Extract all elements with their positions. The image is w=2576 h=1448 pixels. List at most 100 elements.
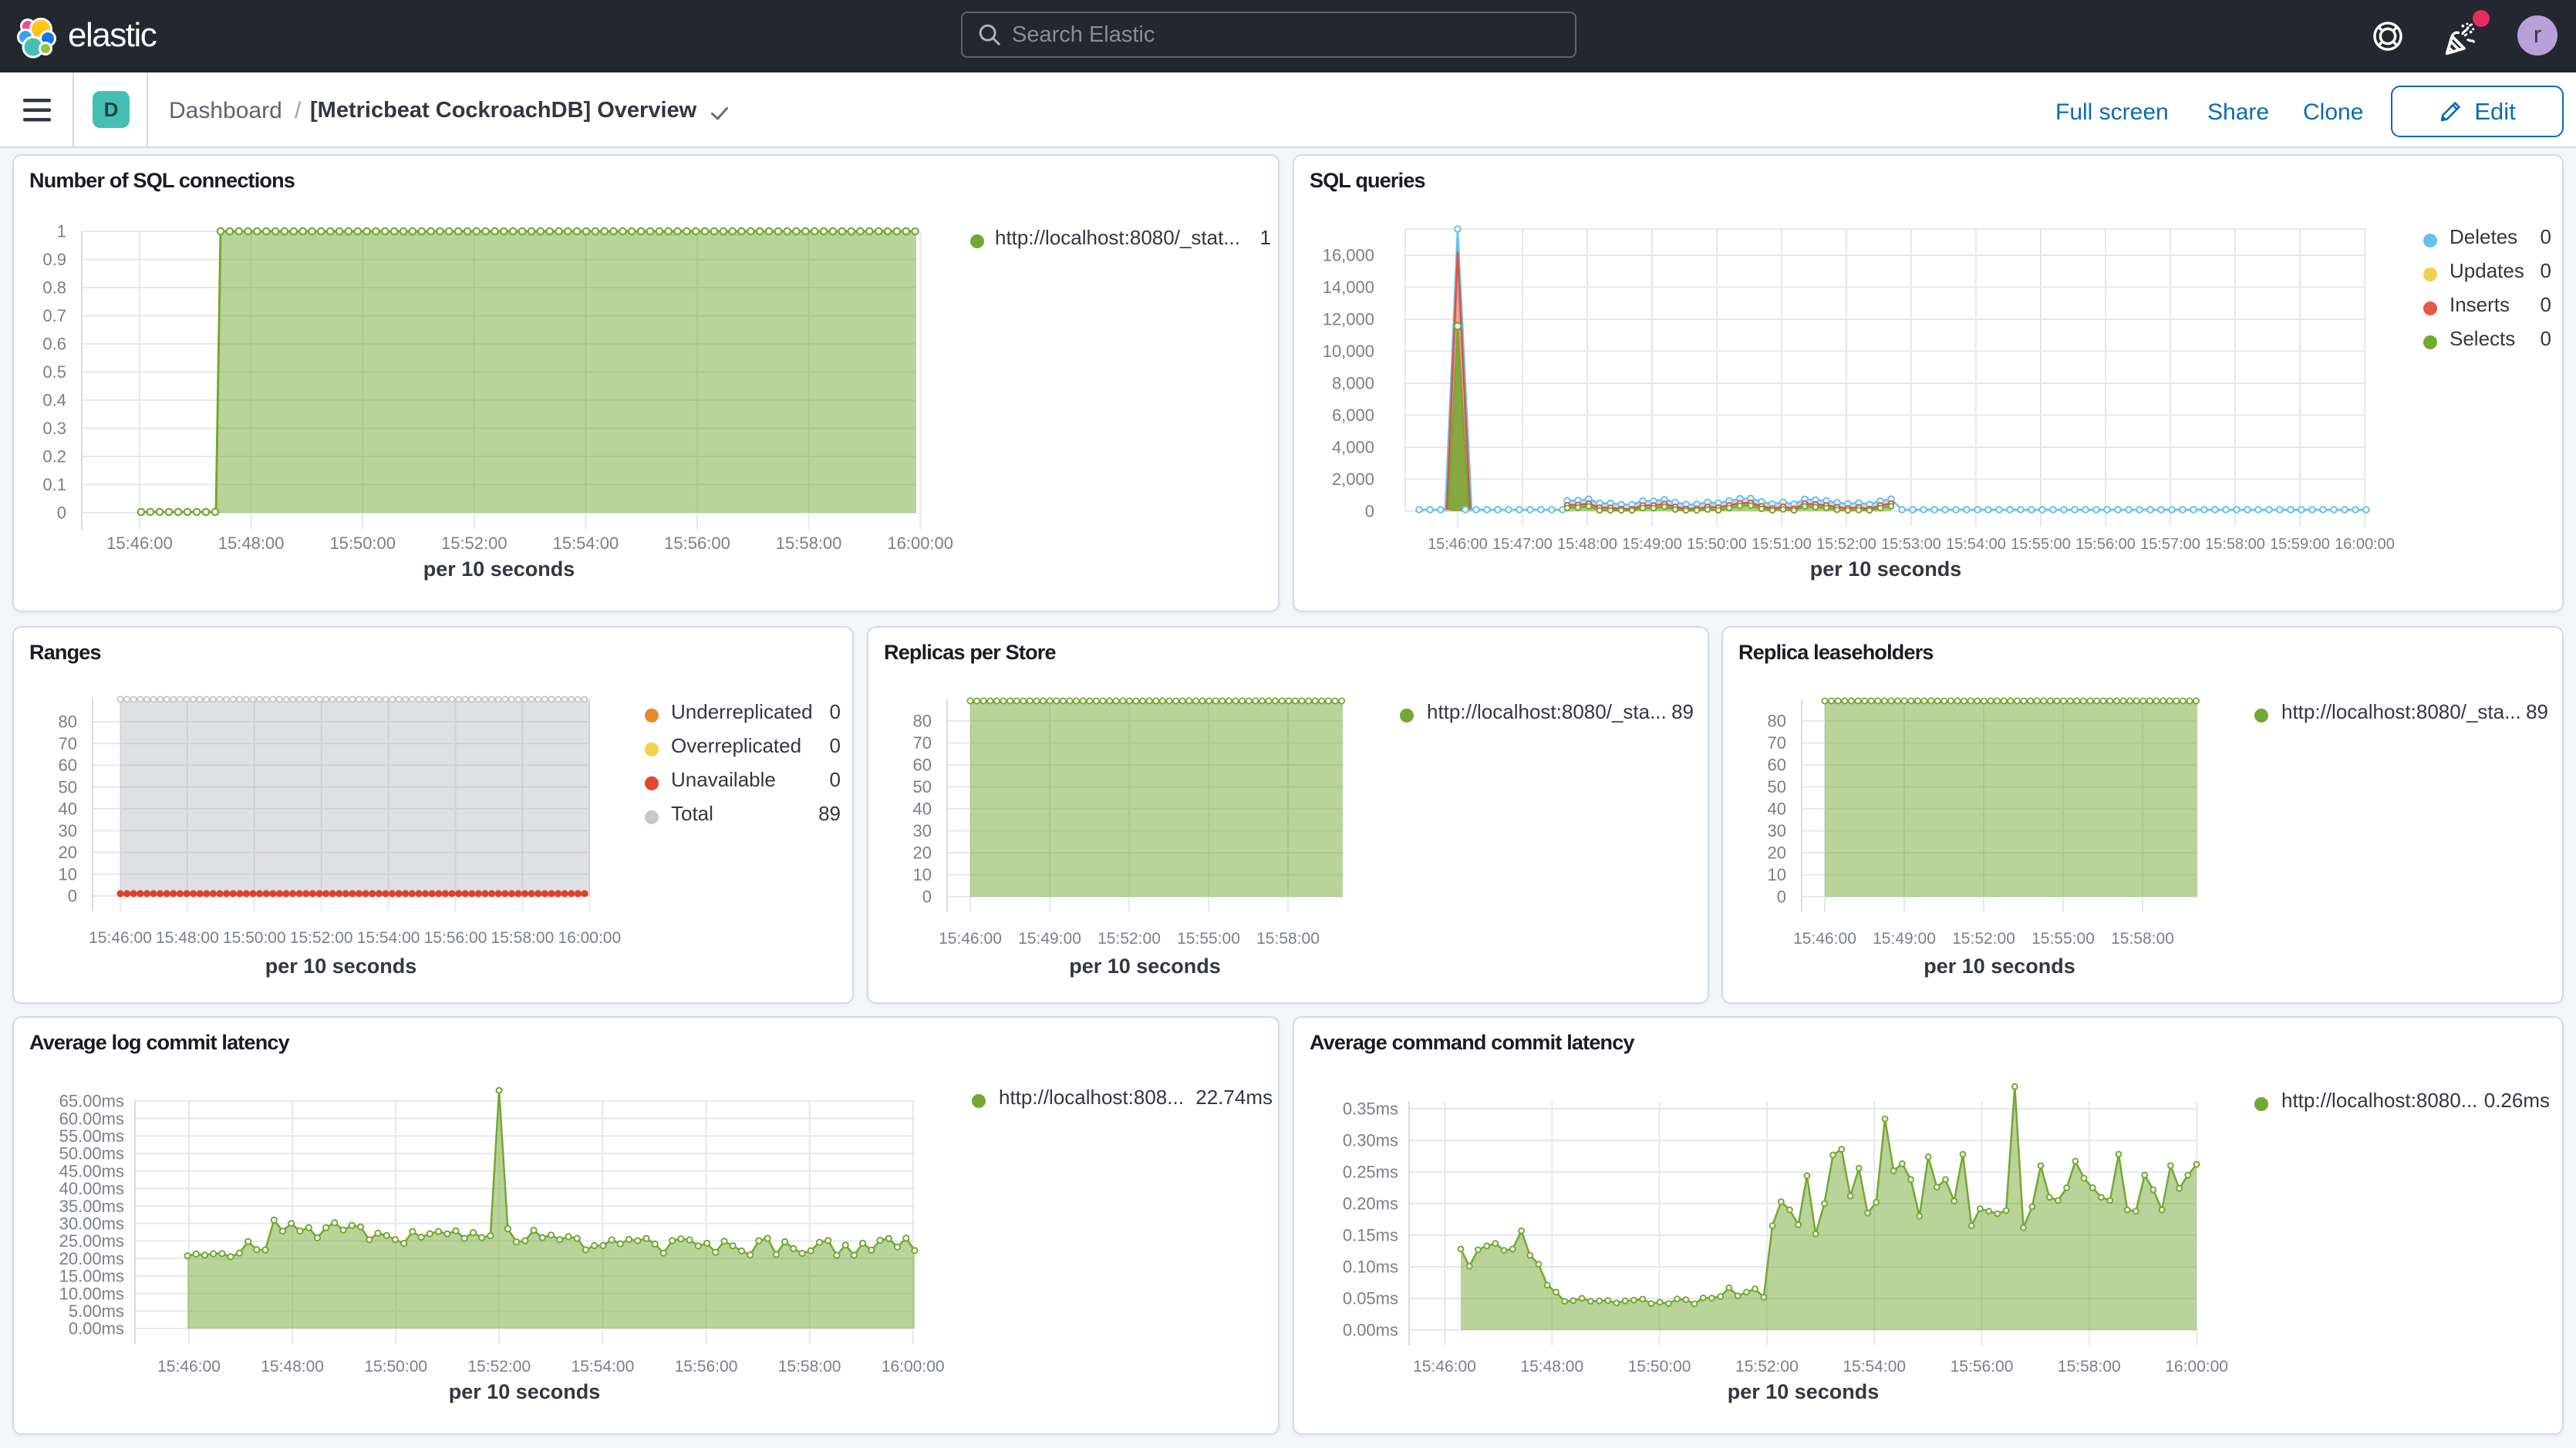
svg-text:0: 0 (922, 887, 932, 907)
svg-text:15:47:00: 15:47:00 (1492, 536, 1553, 553)
svg-text:0: 0 (1777, 887, 1786, 907)
svg-text:per 10 seconds: per 10 seconds (1810, 557, 1962, 581)
svg-text:15:56:00: 15:56:00 (2075, 536, 2136, 553)
svg-text:15:49:00: 15:49:00 (1622, 536, 1682, 553)
svg-text:20.00ms: 20.00ms (59, 1249, 124, 1268)
svg-text:15:46:00: 15:46:00 (1413, 1358, 1476, 1376)
svg-text:15:53:00: 15:53:00 (1881, 536, 1941, 553)
svg-text:70: 70 (913, 733, 932, 753)
svg-text:0.15ms: 0.15ms (1343, 1226, 1398, 1245)
svg-text:0.3: 0.3 (42, 419, 66, 438)
svg-text:16:00:00: 16:00:00 (882, 1358, 945, 1376)
svg-text:15:49:00: 15:49:00 (1873, 930, 1936, 948)
svg-text:15:58:00: 15:58:00 (491, 929, 555, 947)
svg-text:10.00ms: 10.00ms (59, 1284, 124, 1303)
svg-text:0.00ms: 0.00ms (1343, 1321, 1398, 1340)
svg-text:0.8: 0.8 (42, 278, 66, 298)
svg-text:8,000: 8,000 (1332, 374, 1374, 393)
svg-text:15:48:00: 15:48:00 (218, 534, 285, 553)
svg-text:0.25ms: 0.25ms (1343, 1163, 1398, 1182)
svg-text:16:00:00: 16:00:00 (2165, 1358, 2228, 1376)
svg-text:15:52:00: 15:52:00 (441, 534, 507, 553)
svg-text:0.35ms: 0.35ms (1343, 1099, 1398, 1119)
svg-text:0.20ms: 0.20ms (1343, 1194, 1398, 1214)
svg-text:15:54:00: 15:54:00 (572, 1358, 635, 1376)
svg-text:50: 50 (913, 777, 932, 796)
svg-text:per 10 seconds: per 10 seconds (1924, 955, 2075, 978)
svg-text:10: 10 (913, 865, 932, 884)
svg-text:per 10 seconds: per 10 seconds (423, 557, 575, 581)
svg-text:16:00:00: 16:00:00 (887, 534, 953, 553)
svg-text:15:55:00: 15:55:00 (2031, 930, 2095, 948)
svg-text:per 10 seconds: per 10 seconds (1069, 955, 1221, 978)
svg-text:0: 0 (1365, 502, 1374, 521)
svg-text:15:46:00: 15:46:00 (1428, 536, 1488, 553)
svg-text:15:54:00: 15:54:00 (553, 534, 619, 553)
svg-text:per 10 seconds: per 10 seconds (449, 1380, 601, 1403)
svg-text:15:46:00: 15:46:00 (1793, 930, 1856, 948)
svg-text:15:50:00: 15:50:00 (223, 929, 286, 947)
svg-text:1: 1 (57, 222, 66, 241)
svg-text:60: 60 (59, 756, 77, 775)
svg-text:10: 10 (59, 864, 77, 884)
svg-text:0.5: 0.5 (42, 362, 66, 382)
svg-text:15:56:00: 15:56:00 (675, 1358, 738, 1376)
svg-text:15:46:00: 15:46:00 (939, 930, 1002, 948)
svg-text:15:58:00: 15:58:00 (778, 1358, 841, 1376)
svg-text:25.00ms: 25.00ms (59, 1231, 124, 1251)
svg-text:15:46:00: 15:46:00 (106, 534, 173, 553)
svg-text:15:58:00: 15:58:00 (2111, 930, 2174, 948)
svg-text:40: 40 (1768, 800, 1786, 819)
svg-text:55.00ms: 55.00ms (59, 1126, 124, 1146)
svg-text:0.10ms: 0.10ms (1343, 1258, 1398, 1277)
svg-text:60: 60 (913, 756, 932, 775)
svg-text:15:52:00: 15:52:00 (1735, 1358, 1799, 1376)
svg-text:0.7: 0.7 (42, 306, 66, 325)
svg-text:15:56:00: 15:56:00 (1951, 1358, 2014, 1376)
svg-text:70: 70 (59, 734, 77, 753)
svg-text:12,000: 12,000 (1323, 310, 1374, 329)
svg-text:80: 80 (1768, 712, 1786, 731)
svg-text:15:52:00: 15:52:00 (1097, 930, 1161, 948)
svg-text:14,000: 14,000 (1323, 278, 1374, 297)
svg-text:10,000: 10,000 (1323, 342, 1374, 361)
svg-text:15:50:00: 15:50:00 (364, 1358, 427, 1376)
svg-text:15:58:00: 15:58:00 (1256, 930, 1320, 948)
svg-text:20: 20 (59, 843, 77, 862)
svg-text:0.9: 0.9 (42, 250, 66, 269)
svg-text:15:54:00: 15:54:00 (1946, 536, 2006, 553)
svg-text:15:52:00: 15:52:00 (1952, 930, 2015, 948)
svg-text:15:54:00: 15:54:00 (1843, 1358, 1906, 1376)
svg-text:15:58:00: 15:58:00 (2205, 536, 2265, 553)
svg-text:50: 50 (59, 777, 77, 796)
svg-text:70: 70 (1768, 733, 1786, 753)
svg-text:15:58:00: 15:58:00 (776, 534, 842, 553)
svg-text:0.2: 0.2 (42, 447, 66, 466)
svg-text:15:48:00: 15:48:00 (1557, 536, 1617, 553)
svg-text:40: 40 (59, 800, 77, 819)
svg-text:per 10 seconds: per 10 seconds (265, 955, 417, 978)
svg-text:30.00ms: 30.00ms (59, 1214, 124, 1234)
svg-text:15:55:00: 15:55:00 (1177, 930, 1240, 948)
svg-text:60.00ms: 60.00ms (59, 1109, 124, 1128)
svg-text:15:46:00: 15:46:00 (157, 1358, 221, 1376)
svg-text:per 10 seconds: per 10 seconds (1728, 1380, 1880, 1403)
svg-text:0.6: 0.6 (42, 335, 66, 354)
svg-text:15:58:00: 15:58:00 (2058, 1358, 2121, 1376)
svg-text:15:55:00: 15:55:00 (2011, 536, 2071, 553)
svg-text:4,000: 4,000 (1332, 438, 1374, 457)
svg-text:0.00ms: 0.00ms (69, 1319, 124, 1339)
svg-text:15.00ms: 15.00ms (59, 1267, 124, 1286)
svg-text:15:57:00: 15:57:00 (2140, 536, 2200, 553)
svg-text:15:50:00: 15:50:00 (329, 534, 396, 553)
svg-text:15:56:00: 15:56:00 (664, 534, 730, 553)
svg-text:0.05ms: 0.05ms (1343, 1289, 1398, 1308)
svg-text:2,000: 2,000 (1332, 470, 1374, 489)
svg-text:0.1: 0.1 (42, 475, 66, 494)
svg-text:45.00ms: 45.00ms (59, 1161, 124, 1180)
svg-text:15:50:00: 15:50:00 (1687, 536, 1747, 553)
svg-text:20: 20 (913, 844, 932, 863)
svg-text:6,000: 6,000 (1332, 406, 1374, 425)
svg-text:65.00ms: 65.00ms (59, 1092, 124, 1111)
svg-text:5.00ms: 5.00ms (69, 1302, 124, 1321)
